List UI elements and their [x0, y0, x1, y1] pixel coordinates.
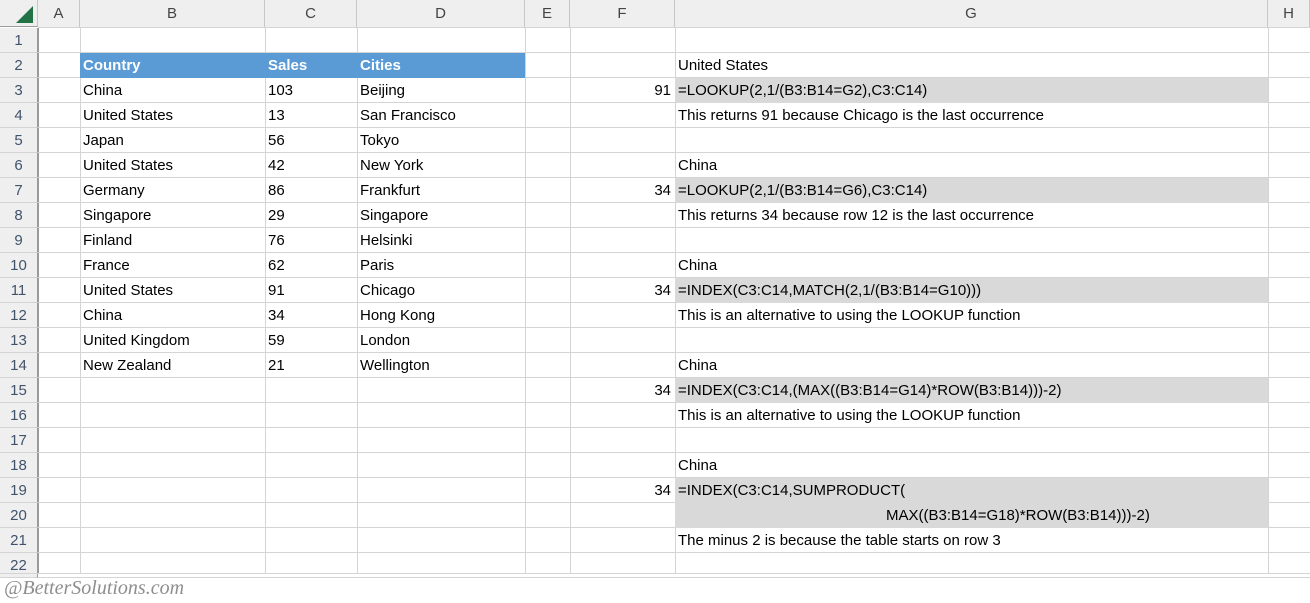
formula-cell-1: =LOOKUP(2,1/(B3:B14=G2),C3:C14) [675, 78, 1268, 103]
table-cell-city: Beijing [360, 82, 406, 99]
table-header-sales: Sales [265, 53, 357, 78]
note-4: This is an alternative to using the LOOK… [678, 407, 1021, 424]
result-value-5: 34 [654, 482, 671, 499]
row-header-4[interactable]: 4 [0, 103, 38, 128]
table-row: United States [83, 157, 174, 174]
lookup-value-1: United States [678, 57, 769, 74]
table-cell-city: Wellington [360, 357, 430, 374]
row-header-1[interactable]: 1 [0, 28, 38, 53]
table-header-cities: Cities [357, 53, 525, 78]
formula-cell-5: =INDEX(C3:C14,SUMPRODUCT( [675, 478, 1268, 503]
row-header-20[interactable]: 20 [0, 503, 38, 528]
lookup-value-3: China [678, 257, 718, 274]
table-header-country: Country [80, 53, 265, 78]
table-row: Japan [83, 132, 124, 149]
table-cell-sales: 76 [268, 232, 285, 249]
row-header-18[interactable]: 18 [0, 453, 38, 478]
column-header-c[interactable]: C [265, 0, 357, 27]
table-cell-sales: 62 [268, 257, 285, 274]
result-value-1: 91 [654, 82, 671, 99]
note-5: The minus 2 is because the table starts … [678, 532, 1001, 549]
row-header-12[interactable]: 12 [0, 303, 38, 328]
watermark: @BetterSolutions.com [4, 577, 185, 599]
row-header-11[interactable]: 11 [0, 278, 38, 303]
row-header-10[interactable]: 10 [0, 253, 38, 278]
row-header-22[interactable]: 22 [0, 553, 38, 578]
column-header-b[interactable]: B [80, 0, 265, 27]
row-header-14[interactable]: 14 [0, 353, 38, 378]
row-header-13[interactable]: 13 [0, 328, 38, 353]
table-cell-sales: 34 [268, 307, 285, 324]
lookup-value-4: China [678, 357, 718, 374]
row-header-17[interactable]: 17 [0, 428, 38, 453]
table-cell-city: Chicago [360, 282, 416, 299]
table-cell-sales: 56 [268, 132, 285, 149]
table-cell-city: Tokyo [360, 132, 400, 149]
formula-cell-5-continuation: MAX((B3:B14=G18)*ROW(B3:B14)))-2) [675, 503, 1268, 528]
column-header-e[interactable]: E [525, 0, 570, 27]
table-cell-sales: 29 [268, 207, 285, 224]
result-value-2: 34 [654, 182, 671, 199]
formula-cell-2: =LOOKUP(2,1/(B3:B14=G6),C3:C14) [675, 178, 1268, 203]
table-row: United Kingdom [83, 332, 190, 349]
row-header-21[interactable]: 21 [0, 528, 38, 553]
result-value-4: 34 [654, 382, 671, 399]
spreadsheet-grid: A B C D E F G H 1 2 3 4 5 6 7 8 9 10 11 12 13 14 15 16 17 18 19 20 2… [0, 0, 1310, 603]
column-header-a[interactable]: A [38, 0, 80, 27]
table-cell-city: Helsinki [360, 232, 413, 249]
row-header-9[interactable]: 9 [0, 228, 38, 253]
table-cell-city: Singapore [360, 207, 429, 224]
result-value-3: 34 [654, 282, 671, 299]
formula-cell-4: =INDEX(C3:C14,(MAX((B3:B14=G14)*ROW(B3:B… [675, 378, 1268, 403]
table-row: United States [83, 107, 174, 124]
formula-cell-3: =INDEX(C3:C14,MATCH(2,1/(B3:B14=G10))) [675, 278, 1268, 303]
column-header-h[interactable]: H [1268, 0, 1310, 27]
table-cell-city: San Francisco [360, 107, 456, 124]
note-1: This returns 91 because Chicago is the l… [678, 107, 1045, 124]
select-all-triangle-icon [16, 6, 33, 23]
table-cell-sales: 42 [268, 157, 285, 174]
table-cell-sales: 103 [268, 82, 294, 99]
row-header-5[interactable]: 5 [0, 128, 38, 153]
table-cell-sales: 59 [268, 332, 285, 349]
table-cell-sales: 91 [268, 282, 285, 299]
table-row: China [83, 307, 123, 324]
lookup-value-5: China [678, 457, 718, 474]
row-header-6[interactable]: 6 [0, 153, 38, 178]
table-row: China [83, 82, 123, 99]
bottom-divider [0, 573, 1310, 574]
table-row: Singapore [83, 207, 152, 224]
table-cell-city: Hong Kong [360, 307, 436, 324]
table-cell-city: Frankfurt [360, 182, 421, 199]
row-header-2[interactable]: 2 [0, 53, 38, 78]
column-header-g[interactable]: G [675, 0, 1268, 27]
table-row: United States [83, 282, 174, 299]
table-cell-sales: 13 [268, 107, 285, 124]
table-cell-city: London [360, 332, 411, 349]
row-header-15[interactable]: 15 [0, 378, 38, 403]
table-row: France [83, 257, 130, 274]
table-cell-sales: 86 [268, 182, 285, 199]
table-cell-city: New York [360, 157, 424, 174]
column-header-f[interactable]: F [570, 0, 675, 27]
column-header-d[interactable]: D [357, 0, 525, 27]
row-header-7[interactable]: 7 [0, 178, 38, 203]
lookup-value-2: China [678, 157, 718, 174]
row-header-8[interactable]: 8 [0, 203, 38, 228]
note-3: This is an alternative to using the LOOK… [678, 307, 1021, 324]
table-cell-sales: 21 [268, 357, 285, 374]
row-header-19[interactable]: 19 [0, 478, 38, 503]
row-header-16[interactable]: 16 [0, 403, 38, 428]
table-row: New Zealand [83, 357, 172, 374]
table-cell-city: Paris [360, 257, 395, 274]
note-2: This returns 34 because row 12 is the la… [678, 207, 1035, 224]
select-all-button[interactable] [0, 0, 38, 27]
table-row: Finland [83, 232, 133, 249]
table-row: Germany [83, 182, 145, 199]
row-header-3[interactable]: 3 [0, 78, 38, 103]
